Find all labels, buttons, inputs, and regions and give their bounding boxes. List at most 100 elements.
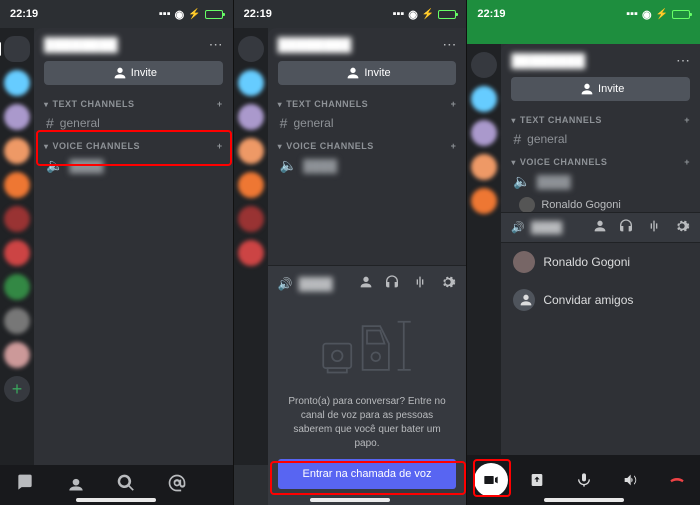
server-item[interactable] — [238, 138, 264, 164]
server-item[interactable] — [4, 70, 30, 96]
invite-button[interactable]: Invite — [44, 61, 223, 85]
noise-suppression-icon[interactable] — [412, 274, 428, 293]
tab-search[interactable] — [116, 473, 136, 498]
voice-channel[interactable]: 🔈 ████ — [268, 153, 467, 178]
invite-icon — [343, 65, 359, 81]
voice-channel[interactable]: 🔈 ████ — [34, 153, 233, 178]
dm-bubble[interactable] — [238, 36, 264, 62]
add-server-button[interactable]: + — [4, 376, 30, 402]
server-item[interactable] — [4, 206, 30, 232]
server-item[interactable] — [471, 154, 497, 180]
join-voice-button[interactable]: Entrar na chamada de voz — [278, 459, 457, 489]
text-channels-category[interactable]: ▾TEXT CHANNELS + — [34, 93, 233, 111]
invite-plus-icon — [513, 289, 535, 311]
video-button[interactable] — [474, 463, 508, 497]
tab-servers[interactable] — [15, 473, 35, 498]
add-voice-channel-button[interactable]: + — [451, 141, 457, 151]
server-menu-button[interactable]: ⋯ — [209, 36, 223, 53]
server-name: ████████ — [44, 37, 118, 52]
battery-icon — [205, 10, 223, 19]
server-item[interactable] — [4, 240, 30, 266]
clock: 22:19 — [477, 8, 505, 20]
channel-general[interactable]: # general — [268, 111, 467, 135]
server-item[interactable] — [238, 172, 264, 198]
noise-suppression-icon[interactable] — [646, 218, 662, 237]
add-voice-channel-button[interactable]: + — [217, 141, 223, 151]
voice-channels-category[interactable]: ▾VOICE CHANNELS + — [268, 135, 467, 153]
headphones-icon[interactable] — [384, 274, 400, 293]
voice-prompt-text: Pronto(a) para conversar? Entre no canal… — [268, 395, 467, 459]
channel-general[interactable]: # general — [501, 127, 700, 151]
tab-mentions[interactable] — [167, 473, 187, 498]
member-row[interactable]: Ronaldo Gogoni — [501, 243, 700, 281]
server-item[interactable] — [4, 274, 30, 300]
hash-icon: # — [513, 131, 521, 147]
dm-bubble[interactable] — [471, 52, 497, 78]
text-channels-category[interactable]: ▾TEXT CHANNELS + — [501, 109, 700, 127]
add-text-channel-button[interactable]: + — [451, 99, 457, 109]
wifi-icon: ◉ — [408, 8, 418, 21]
headphones-icon[interactable] — [618, 218, 634, 237]
battery-icon — [672, 10, 690, 19]
voice-channels-category[interactable]: ▾VOICE CHANNELS + — [34, 135, 233, 153]
voice-join-panel: 🔊 ████ Pronto(a) para conversar? Entre n… — [268, 265, 467, 505]
server-item[interactable] — [4, 342, 30, 368]
voice-channel-name: ████ — [299, 277, 333, 291]
join-voice-button-label: Entrar na chamada de voz — [302, 468, 431, 480]
invite-friends-row[interactable]: Convidar amigos — [501, 281, 700, 319]
invite-friends-label: Convidar amigos — [543, 293, 633, 307]
clock: 22:19 — [10, 8, 38, 20]
chevron-down-icon: ▾ — [278, 100, 283, 109]
speaker-icon: 🔈 — [46, 157, 63, 174]
server-item[interactable] — [4, 172, 30, 198]
status-bar: 22:19 ▪▪▪ ◉ ⚡ — [467, 0, 700, 28]
speaker-icon: 🔊 — [278, 277, 293, 291]
settings-icon[interactable] — [440, 274, 456, 293]
invite-icon[interactable] — [590, 218, 606, 237]
add-text-channel-button[interactable]: + — [684, 115, 690, 125]
speaker-button[interactable] — [613, 463, 647, 497]
voice-members-sheet: Ronaldo Gogoni Convidar amigos — [501, 242, 700, 455]
server-menu-button[interactable]: ⋯ — [676, 52, 690, 69]
wifi-icon: ◉ — [175, 8, 185, 21]
invite-icon[interactable] — [356, 274, 372, 293]
server-item[interactable] — [238, 70, 264, 96]
hash-icon: # — [46, 115, 54, 131]
chevron-down-icon: ▾ — [511, 158, 516, 167]
server-item[interactable] — [4, 104, 30, 130]
invite-icon — [577, 81, 593, 97]
tab-friends[interactable] — [66, 473, 86, 498]
add-voice-channel-button[interactable]: + — [684, 157, 690, 167]
invite-button[interactable]: Invite — [278, 61, 457, 85]
server-rail — [467, 44, 501, 455]
server-item[interactable] — [238, 104, 264, 130]
server-item[interactable] — [4, 308, 30, 334]
server-item[interactable] — [238, 240, 264, 266]
voice-channels-category[interactable]: ▾VOICE CHANNELS + — [501, 151, 700, 169]
dm-bubble[interactable] — [4, 36, 30, 62]
server-item[interactable] — [238, 206, 264, 232]
hash-icon: # — [280, 115, 288, 131]
disconnect-button[interactable] — [660, 463, 694, 497]
voice-channel-label: ████ — [537, 175, 571, 189]
invite-button-label: Invite — [131, 67, 157, 79]
server-menu-button[interactable]: ⋯ — [442, 36, 456, 53]
invite-button[interactable]: Invite — [511, 77, 690, 101]
add-text-channel-button[interactable]: + — [217, 99, 223, 109]
channel-general[interactable]: # general — [34, 111, 233, 135]
server-item[interactable] — [4, 138, 30, 164]
battery-icon — [438, 10, 456, 19]
server-item[interactable] — [471, 120, 497, 146]
voice-illustration — [268, 301, 467, 395]
mute-button[interactable] — [567, 463, 601, 497]
charging-icon: ⚡ — [656, 9, 668, 20]
server-item[interactable] — [471, 188, 497, 214]
screen-share-button[interactable] — [520, 463, 554, 497]
clock: 22:19 — [244, 8, 272, 20]
settings-icon[interactable] — [674, 218, 690, 237]
server-item[interactable] — [471, 86, 497, 112]
voice-channel[interactable]: 🔈 ████ — [501, 169, 700, 194]
signal-icon: ▪▪▪ — [626, 8, 638, 20]
speaker-icon: 🔈 — [280, 157, 297, 174]
text-channels-category[interactable]: ▾TEXT CHANNELS + — [268, 93, 467, 111]
